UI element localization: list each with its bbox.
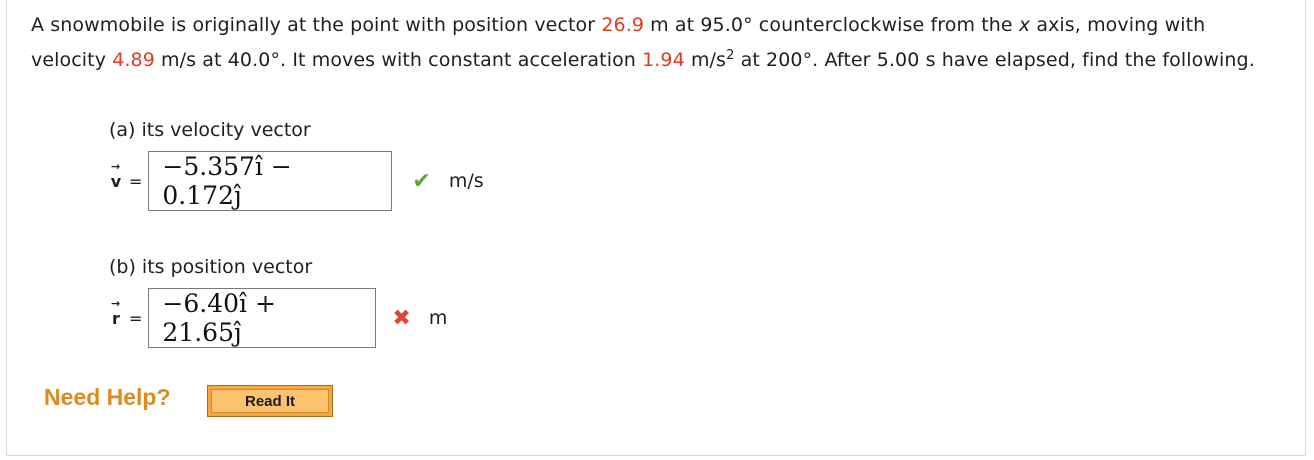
- question-card: A snowmobile is originally at the point …: [6, 0, 1306, 456]
- part-b-answer-row: → r = −6.40î + 21.65ĵ ✖ m: [109, 288, 447, 348]
- question-text: A snowmobile is originally at the point …: [31, 8, 1271, 78]
- cross-icon: ✖: [392, 305, 411, 331]
- velocity-magnitude: 4.89: [112, 49, 155, 71]
- velocity-symbol-letter: v: [110, 171, 122, 191]
- part-b-label: (b) its position vector: [109, 256, 313, 278]
- question-text-part: m/s: [684, 49, 727, 71]
- position-symbol: → r: [109, 297, 123, 328]
- checkmark-icon: ✔: [412, 168, 431, 194]
- equals-sign: =: [129, 308, 143, 328]
- vector-arrow-icon: →: [111, 159, 121, 173]
- part-a-answer-row: → v = −5.357î − 0.172ĵ ✔ m/s: [109, 151, 484, 211]
- read-it-button[interactable]: Read It: [207, 385, 333, 417]
- equals-sign: =: [129, 171, 143, 191]
- velocity-unit: m/s: [448, 170, 484, 192]
- need-help-label: Need Help?: [44, 384, 171, 410]
- position-answer-field[interactable]: −6.40î + 21.65ĵ: [148, 288, 377, 348]
- part-a-label: (a) its velocity vector: [109, 119, 311, 141]
- question-text-part: m at 95.0° counterclockwise from the: [644, 14, 1019, 36]
- velocity-answer-field[interactable]: −5.357î − 0.172ĵ: [148, 151, 393, 211]
- velocity-symbol: → v: [109, 160, 123, 191]
- axis-variable: x: [1018, 14, 1031, 36]
- read-it-button-label: Read It: [211, 389, 329, 413]
- question-text-part: at 200°. After 5.00 s have elapsed, find…: [734, 49, 1255, 71]
- velocity-answer-value: −5.357î − 0.172ĵ: [162, 152, 292, 210]
- acceleration-magnitude: 1.94: [642, 49, 685, 71]
- question-text-part: m/s at 40.0°. It moves with constant acc…: [154, 49, 643, 71]
- position-unit: m: [428, 307, 448, 329]
- question-text-part: A snowmobile is originally at the point …: [31, 14, 602, 36]
- position-answer-value: −6.40î + 21.65ĵ: [162, 289, 276, 347]
- vector-arrow-icon: →: [111, 296, 121, 310]
- position-magnitude: 26.9: [601, 14, 645, 36]
- position-symbol-letter: r: [112, 308, 120, 328]
